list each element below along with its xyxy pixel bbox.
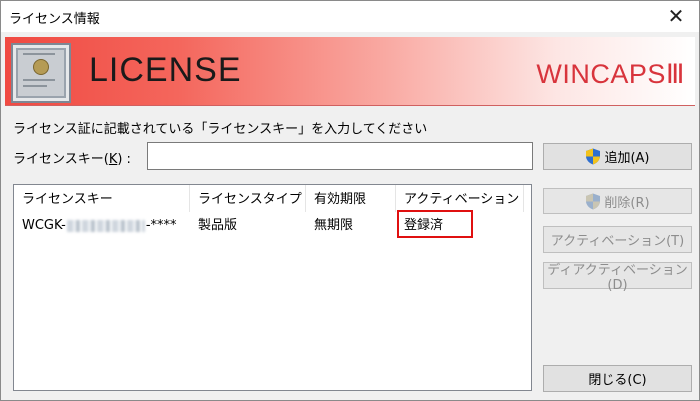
- redacted-key-segment: [66, 219, 145, 232]
- license-heading: LICENSE: [89, 51, 242, 89]
- activation-highlight-box: [397, 210, 473, 238]
- table-row[interactable]: WCGK- -**** 製品版 無期限 登録済: [14, 210, 531, 238]
- title-bar: ライセンス情報 ✕: [1, 1, 699, 32]
- license-list[interactable]: ライセンスキー ライセンスタイプ 有効期限 アクティベーション WCGK- -**…: [13, 184, 532, 391]
- license-banner: LICENSE WINCAPSⅢ: [5, 37, 695, 106]
- brand-logo: WINCAPSⅢ: [536, 59, 685, 89]
- column-header-expiry[interactable]: 有効期限: [306, 185, 396, 212]
- add-button[interactable]: 追加(A): [543, 143, 692, 170]
- license-dialog: ライセンス情報 ✕ LICENSE WINCAPSⅢ ライセンス証に記載されてい…: [0, 0, 700, 401]
- uac-shield-icon: [586, 148, 601, 165]
- cell-expiry: 無期限: [314, 218, 354, 233]
- activate-button-label: アクティベーション(T): [550, 234, 685, 249]
- activate-button[interactable]: アクティベーション(T): [543, 226, 692, 253]
- column-header-activation[interactable]: アクティベーション: [396, 185, 524, 212]
- close-button[interactable]: 閉じる(C): [543, 365, 692, 392]
- close-button-label: 閉じる(C): [588, 373, 647, 388]
- deactivate-button-label: ディアクティベーション(D): [547, 262, 688, 293]
- uac-shield-icon: [586, 193, 601, 209]
- column-header-license-key[interactable]: ライセンスキー: [14, 185, 190, 212]
- deactivate-button[interactable]: ディアクティベーション(D): [543, 262, 692, 293]
- cell-license-key: WCGK- -****: [22, 218, 177, 233]
- certificate-icon: [11, 43, 71, 103]
- instruction-text: ライセンス証に記載されている「ライセンスキー」を入力してください: [13, 122, 428, 137]
- license-key-input[interactable]: [147, 142, 533, 170]
- cell-license-type: 製品版: [198, 218, 238, 233]
- add-button-label: 追加(A): [604, 151, 650, 166]
- list-header: ライセンスキー ライセンスタイプ 有効期限 アクティベーション: [14, 185, 531, 212]
- delete-button[interactable]: 削除(R): [543, 188, 692, 214]
- column-header-license-type[interactable]: ライセンスタイプ: [190, 185, 306, 212]
- delete-button-label: 削除(R): [604, 195, 650, 211]
- close-window-icon[interactable]: ✕: [653, 1, 699, 32]
- window-title: ライセンス情報: [9, 12, 100, 27]
- license-key-label: ライセンスキー(K) :: [13, 152, 131, 167]
